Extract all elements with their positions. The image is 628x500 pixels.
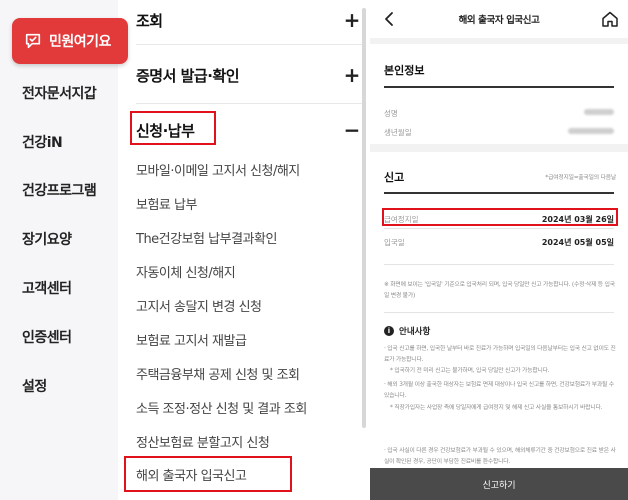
- birthdate-value-masked: [568, 127, 614, 136]
- highlight-box: [124, 456, 292, 492]
- entry-date-label: 입국일: [384, 238, 405, 247]
- guide-item: * 직장가입자는 사업장 측에 당일자에게 급여정지 및 해제 신고 사실을 통…: [390, 405, 603, 411]
- nav-item-health-in[interactable]: 건강iN: [22, 132, 63, 152]
- nav-item-long-term-care[interactable]: 장기요양: [22, 229, 72, 249]
- report-card: 신고 *급여정지일=출국일의 다음날 급여정지일 2024년 03월 26일 입…: [370, 152, 628, 492]
- app-header: 해외 출국자 입국신고: [370, 0, 628, 38]
- divider: [384, 228, 614, 229]
- guide-item: * 입국하기 전 미리 신고는 불가하며, 입국 당일만 신고가 가능합니다.: [390, 368, 550, 374]
- menu-content: 조회 + 증명서 발급·확인 + 신청·납부 − 모바일·이메일 고지서 신청/…: [118, 0, 370, 500]
- menu-item-auto-transfer[interactable]: 자동이체 신청/해지: [136, 262, 236, 281]
- plus-icon[interactable]: +: [342, 65, 362, 85]
- section-rule: [384, 86, 614, 88]
- speech-bubble-icon: [25, 33, 41, 49]
- highlight-box: [382, 208, 618, 226]
- report-title: 신고: [384, 171, 405, 184]
- section-rule: [384, 192, 614, 194]
- menu-item-address-change[interactable]: 고지서 송달지 변경 신청: [136, 296, 262, 315]
- page-title: 해외 출국자 입국신고: [458, 15, 540, 26]
- menu-item-housing-debt[interactable]: 주택금융부채 공제 신청 및 조회: [136, 364, 300, 383]
- identity-card: 본인정보 성명 생년월일: [370, 44, 628, 144]
- phone-screen: 해외 출국자 입국신고 본인정보 성명 생년월일 신고 *급여정지일=출국일의 …: [370, 0, 628, 500]
- identity-title: 본인정보: [384, 64, 425, 77]
- nav-item-settings[interactable]: 설정: [22, 376, 47, 396]
- divider: [384, 264, 614, 265]
- minus-icon[interactable]: −: [342, 120, 362, 140]
- section-inquiry-label: 조회: [136, 11, 163, 30]
- info-icon: i: [384, 326, 394, 336]
- scrollbar[interactable]: [362, 8, 366, 428]
- birthdate-label: 생년월일: [384, 128, 412, 137]
- divider: [136, 103, 362, 104]
- guide-item: · 입국 신고를 하면, 입국한 날부터 바로 진료가 가능하며 입국일의 다음…: [384, 346, 616, 363]
- entry-info-text: ※ 화면에 보이는 '입국일' 기준으로 입국처리 되며, 입국 당일만 신고 …: [384, 282, 615, 299]
- menu-panel: 전자문서지갑 건강iN 건강프로그램 장기요양 고객센터 인증센터 설정 민원여…: [0, 0, 370, 500]
- menu-item-installment[interactable]: 정산보험료 분할고지 신청: [136, 432, 270, 451]
- guide-item: · 해외 3개월 이상 출국한 대상자는 보험료 면제 대상이나 입국 신고를 …: [384, 382, 614, 399]
- civil-service-label: 민원여기요: [49, 34, 111, 50]
- nav-item-health-program[interactable]: 건강프로그램: [22, 180, 97, 200]
- section-certificate[interactable]: 증명서 발급·확인 +: [136, 55, 362, 95]
- nav-item-customer-center[interactable]: 고객센터: [22, 278, 72, 298]
- submit-button[interactable]: 신고하기: [370, 468, 628, 500]
- section-certificate-label: 증명서 발급·확인: [136, 66, 240, 85]
- name-value-masked: [584, 108, 614, 117]
- guide-title: 안내사항: [399, 327, 431, 337]
- left-nav: 전자문서지갑 건강iN 건강프로그램 장기요양 고객센터 인증센터 설정: [0, 0, 118, 500]
- divider: [384, 312, 614, 313]
- menu-item-payment-result[interactable]: The건강보험 납부결과확인: [136, 228, 277, 247]
- stop-date-note: *급여정지일=출국일의 다음날: [545, 175, 616, 181]
- divider: [136, 44, 362, 45]
- entry-date-value: 2024년 05월 05일: [541, 238, 614, 247]
- guide-item: · 입국 사실이 다른 경우 건강보험료가 부과될 수 있으며, 해외체류기간 …: [384, 448, 616, 465]
- back-arrow-icon[interactable]: [380, 9, 400, 29]
- menu-item-income-adjustment[interactable]: 소득 조정·정산 신청 및 결과 조회: [136, 398, 307, 417]
- home-icon[interactable]: [600, 9, 620, 29]
- nav-item-auth-center[interactable]: 인증센터: [22, 327, 72, 347]
- highlight-box: [130, 111, 216, 145]
- civil-service-button[interactable]: 민원여기요: [12, 18, 128, 64]
- menu-item-premium-payment[interactable]: 보험료 납부: [136, 194, 197, 213]
- menu-item-bill-reissue[interactable]: 보험료 고지서 재발급: [136, 330, 247, 349]
- menu-item-mobile-email-bill[interactable]: 모바일·이메일 고지서 신청/해지: [136, 160, 300, 179]
- name-label: 성명: [384, 109, 398, 118]
- plus-icon[interactable]: +: [342, 10, 362, 30]
- section-inquiry[interactable]: 조회 +: [136, 0, 362, 40]
- guide-heading: i 안내사항: [384, 325, 430, 337]
- nav-item-e-wallet[interactable]: 전자문서지갑: [22, 83, 97, 103]
